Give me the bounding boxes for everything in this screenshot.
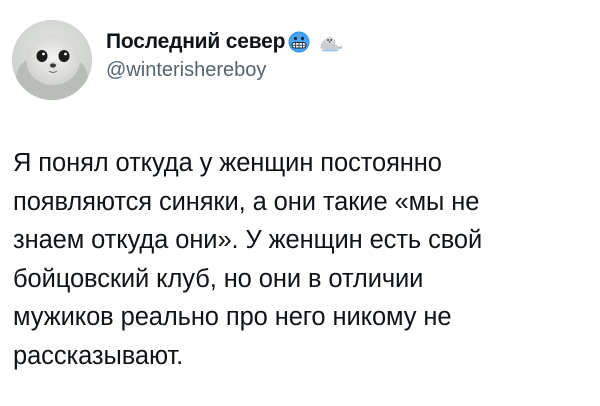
author-names: Последний север @winterishereboy (106, 30, 343, 82)
tweet-text-line: появляются синяки, а они такие «мы не (13, 187, 480, 216)
tweet-text-line: Я понял откуда у женщин постоянно (13, 149, 442, 177)
tweet-text-line: рассказывают. (13, 341, 184, 370)
seal-pup-avatar-icon (12, 20, 92, 100)
tweet-text-line: бойцовский клуб, но они в отличии (13, 264, 424, 293)
tweet-text-line: мужиков реально про него никому не (13, 303, 452, 331)
author-handle[interactable]: @winterishereboy (106, 59, 343, 82)
grimacing-face-emoji-icon (287, 30, 311, 54)
tweet-card: Последний север @winterishereboy Я понял… (0, 0, 600, 406)
seal-emoji-icon (317, 31, 343, 53)
display-name[interactable]: Последний север (106, 30, 285, 54)
tweet-header: Последний север @winterishereboy (12, 20, 343, 100)
tweet-text-line: знаем откуда они». У женщин есть свой (13, 226, 483, 254)
tweet-text: Я понял откуда у женщин постоянно появля… (13, 144, 583, 375)
avatar[interactable] (12, 20, 92, 100)
display-name-row[interactable]: Последний север (106, 30, 343, 54)
